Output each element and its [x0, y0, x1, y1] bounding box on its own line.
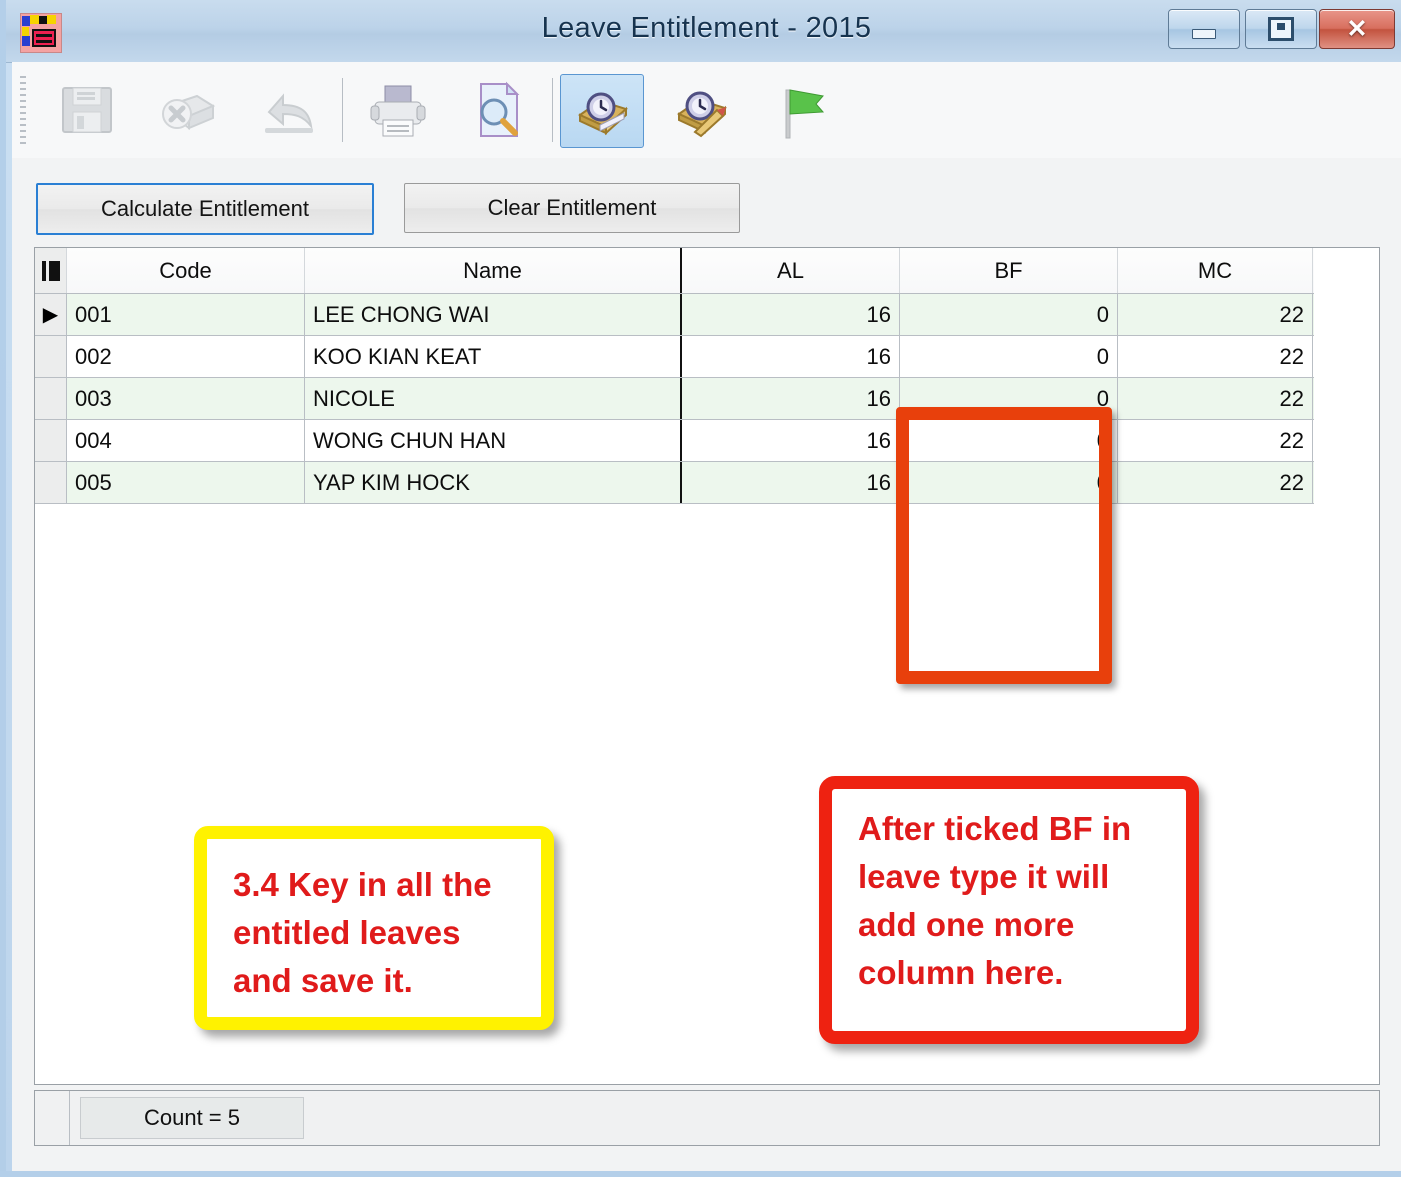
calculate-entitlement-button[interactable]: Calculate Entitlement [36, 183, 374, 235]
cell-name[interactable]: YAP KIM HOCK [305, 462, 682, 503]
status-indicator [35, 1091, 70, 1145]
grid-select-all-corner[interactable] [35, 248, 67, 293]
preview-icon [480, 81, 520, 137]
client-area: Calculate Entitlement Clear Entitlement … [12, 158, 1401, 1171]
cell-code[interactable]: 003 [67, 378, 305, 419]
cell-mc[interactable]: 22 [1118, 294, 1313, 335]
row-selector[interactable] [35, 462, 67, 503]
record-count-label: Count = 5 [80, 1097, 304, 1139]
leave-entitlement-icon [578, 92, 628, 136]
close-button[interactable]: ✕ [1319, 9, 1395, 49]
cell-mc[interactable]: 22 [1118, 378, 1313, 419]
title-bar[interactable]: Leave Entitlement - 2015 ✕ [6, 0, 1401, 63]
print-button[interactable] [356, 74, 438, 146]
maximize-icon [1246, 10, 1316, 48]
save-icon [62, 87, 112, 133]
undo-button[interactable] [246, 74, 328, 146]
cell-mc[interactable]: 22 [1118, 462, 1313, 503]
application-icon [20, 13, 62, 53]
application-window: Leave Entitlement - 2015 ✕ Calculate Ent… [0, 0, 1401, 1177]
delete-button[interactable] [146, 74, 228, 146]
leave-edit-button[interactable] [660, 74, 742, 146]
column-header-al[interactable]: AL [682, 248, 900, 293]
yellow-annotation-note: 3.4 Key in all the entitled leaves and s… [194, 826, 554, 1030]
column-header-mc[interactable]: MC [1118, 248, 1313, 293]
cell-mc[interactable]: 22 [1118, 336, 1313, 377]
grid-status-bar: Count = 5 [34, 1090, 1380, 1146]
save-button[interactable] [46, 74, 128, 146]
column-header-name[interactable]: Name [305, 248, 682, 293]
cell-bf[interactable]: 0 [900, 462, 1118, 503]
maximize-button[interactable] [1245, 9, 1317, 49]
flag-button[interactable] [756, 74, 838, 146]
cell-code[interactable]: 001 [67, 294, 305, 335]
undo-icon [265, 93, 313, 133]
row-selector[interactable] [35, 378, 67, 419]
toolbar [12, 62, 1401, 159]
minimize-button[interactable] [1168, 9, 1240, 49]
cell-mc[interactable]: 22 [1118, 420, 1313, 461]
delete-icon [162, 94, 216, 130]
table-row[interactable]: ▶ 001 LEE CHONG WAI 16 0 22 [35, 294, 1314, 336]
cell-name[interactable]: NICOLE [305, 378, 682, 419]
table-row[interactable]: 002 KOO KIAN KEAT 16 0 22 [35, 336, 1314, 378]
clear-entitlement-button[interactable]: Clear Entitlement [404, 183, 740, 233]
green-flag-icon [785, 89, 825, 139]
red-annotation-note: After ticked BF in leave type it will ad… [819, 776, 1199, 1044]
minimize-icon [1169, 10, 1239, 48]
grid-header-row: Code Name AL BF MC [35, 248, 1314, 294]
table-row[interactable]: 005 YAP KIM HOCK 16 0 22 [35, 462, 1314, 504]
row-selector[interactable] [35, 336, 67, 377]
table-row[interactable]: 003 NICOLE 16 0 22 [35, 378, 1314, 420]
column-header-bf[interactable]: BF [900, 248, 1118, 293]
cell-bf[interactable]: 0 [900, 420, 1118, 461]
column-header-code[interactable]: Code [67, 248, 305, 293]
table-row[interactable]: 004 WONG CHUN HAN 16 0 22 [35, 420, 1314, 462]
cell-name[interactable]: KOO KIAN KEAT [305, 336, 682, 377]
print-preview-button[interactable] [456, 74, 538, 146]
print-icon [370, 85, 426, 137]
grid-menu-icon [41, 260, 60, 281]
leave-entitlement-button[interactable] [560, 74, 644, 148]
row-selector[interactable]: ▶ [35, 294, 67, 335]
toolbar-grip[interactable] [20, 76, 26, 146]
cell-code[interactable]: 002 [67, 336, 305, 377]
toolbar-separator [342, 78, 343, 142]
current-row-marker: ▶ [42, 303, 59, 326]
cell-code[interactable]: 005 [67, 462, 305, 503]
cell-al[interactable]: 16 [682, 462, 900, 503]
cell-name[interactable]: WONG CHUN HAN [305, 420, 682, 461]
toolbar-separator-2 [552, 78, 553, 142]
cell-al[interactable]: 16 [682, 378, 900, 419]
row-selector[interactable] [35, 420, 67, 461]
cell-bf[interactable]: 0 [900, 336, 1118, 377]
cell-name[interactable]: LEE CHONG WAI [305, 294, 682, 335]
close-icon: ✕ [1346, 15, 1368, 43]
cell-bf[interactable]: 0 [900, 378, 1118, 419]
cell-al[interactable]: 16 [682, 420, 900, 461]
cell-al[interactable]: 16 [682, 294, 900, 335]
cell-code[interactable]: 004 [67, 420, 305, 461]
cell-al[interactable]: 16 [682, 336, 900, 377]
leave-edit-icon [677, 91, 727, 138]
cell-bf[interactable]: 0 [900, 294, 1118, 335]
